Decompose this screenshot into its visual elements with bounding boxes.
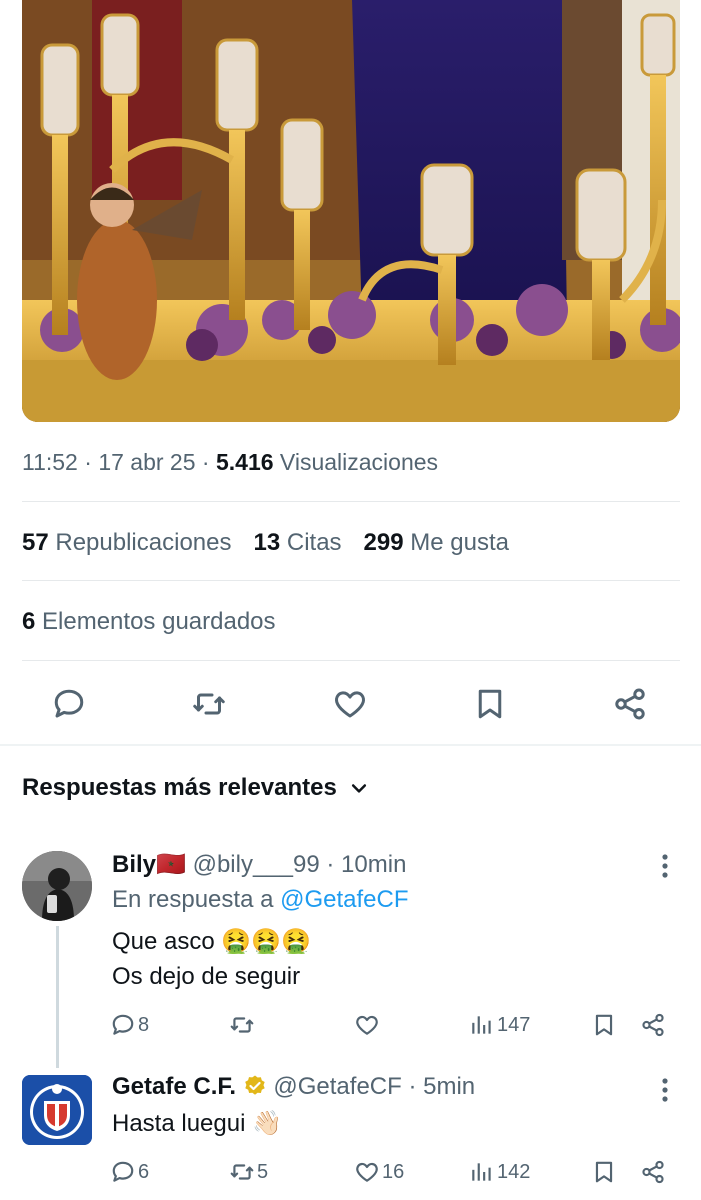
reply-icon: [54, 689, 84, 718]
bookmarks-label: Elementos guardados: [42, 608, 276, 635]
repost-count: 5: [257, 1160, 269, 1183]
reply-time[interactable]: 10min: [341, 851, 406, 878]
reply-text-line: Hasta luegui 👋🏻: [112, 1110, 282, 1137]
like-button[interactable]: 16: [354, 1159, 404, 1185]
likes-stat[interactable]: 299 Me gusta: [364, 529, 509, 556]
engagement-stats: 57 Republicaciones 13 Citas 299 Me gusta: [22, 529, 509, 557]
user-handle[interactable]: @bily___99: [193, 851, 320, 878]
repost-button[interactable]: 5: [229, 1159, 268, 1185]
share-icon: [615, 688, 645, 720]
views-count: 142: [497, 1160, 531, 1183]
more-options-button[interactable]: [658, 1076, 672, 1104]
reposts-label: Republicaciones: [55, 529, 232, 556]
share-button[interactable]: [640, 1159, 666, 1185]
repost-button[interactable]: [229, 1012, 257, 1038]
divider: [22, 660, 680, 661]
repost-icon: [230, 1164, 254, 1180]
views-button[interactable]: 142: [469, 1159, 530, 1185]
bookmark-icon: [478, 689, 502, 719]
chevron-down-icon: [351, 784, 366, 793]
bookmark-button[interactable]: [591, 1159, 617, 1185]
avatar[interactable]: [22, 1075, 92, 1145]
likes-label: Me gusta: [410, 529, 509, 556]
quotes-stat[interactable]: 13 Citas: [253, 529, 341, 556]
heart-icon: [356, 1015, 378, 1035]
share-icon: [642, 1160, 664, 1184]
section-separator: [0, 744, 701, 746]
repost-icon: [193, 693, 225, 715]
reply-count: 8: [138, 1013, 150, 1036]
more-icon: [662, 1078, 668, 1102]
views-icon: [472, 1163, 491, 1181]
reply-time[interactable]: 5min: [423, 1073, 475, 1100]
in-reply-prefix: En respuesta a: [112, 886, 274, 913]
bookmarks-count: 6: [22, 608, 36, 635]
share-button[interactable]: [612, 686, 648, 722]
reply-text-line: Os dejo de seguir: [112, 963, 301, 990]
reposts-stat[interactable]: 57 Republicaciones: [22, 529, 231, 556]
bookmark-button[interactable]: [472, 686, 508, 722]
reply-button[interactable]: 8: [110, 1012, 149, 1038]
tweet-meta: 11:52 · 17 abr 25 · 5.416 Visualizacione…: [22, 449, 439, 475]
bookmark-button[interactable]: [591, 1012, 617, 1038]
quotes-count: 13: [253, 529, 281, 556]
replies-sort-label: Respuestas más relevantes: [22, 774, 337, 801]
flag-icon: 🇲🇦: [156, 851, 186, 878]
reply-count: 6: [138, 1160, 150, 1183]
heart-icon: [356, 1162, 378, 1182]
reply-header: Bily🇲🇦 @bily___99 · 10min: [112, 851, 407, 878]
reply-button[interactable]: 6: [110, 1159, 149, 1185]
like-count: 16: [382, 1160, 405, 1183]
quotes-label: Citas: [286, 529, 342, 556]
likes-count: 299: [363, 529, 404, 556]
reply-icon: [112, 1014, 134, 1035]
share-icon: [642, 1013, 664, 1037]
tweet-photo[interactable]: [22, 0, 680, 422]
divider: [22, 501, 680, 502]
bookmark-icon: [595, 1014, 613, 1036]
reposts-count: 57: [22, 529, 49, 556]
divider: [22, 580, 680, 581]
repost-button[interactable]: [191, 686, 227, 722]
mention-link[interactable]: @GetafeCF: [280, 886, 408, 913]
heart-icon: [335, 691, 365, 718]
thread-line: [56, 926, 59, 1068]
reply-header: Getafe C.F. @GetafeCF · 5min: [112, 1073, 476, 1100]
more-options-button[interactable]: [658, 852, 672, 880]
views-count: 5.416: [215, 449, 274, 475]
like-button[interactable]: [354, 1012, 382, 1038]
verified-badge-icon: [244, 1075, 265, 1095]
reply-button[interactable]: [51, 686, 87, 722]
like-button[interactable]: [332, 686, 368, 722]
tweet-date[interactable]: 17 abr 25: [98, 449, 195, 475]
in-reply-to: En respuesta a @GetafeCF: [112, 886, 409, 914]
views-icon: [472, 1016, 491, 1034]
replies-sort-dropdown[interactable]: Respuestas más relevantes: [22, 774, 369, 802]
bookmarks-stat[interactable]: 6 Elementos guardados: [22, 608, 276, 636]
views-label: Visualizaciones: [279, 449, 439, 475]
views-button[interactable]: 147: [469, 1012, 530, 1038]
reply-text-line: Que asco 🤮🤮🤮: [112, 928, 312, 955]
avatar[interactable]: [22, 851, 92, 921]
user-handle[interactable]: @GetafeCF: [273, 1073, 401, 1100]
share-button[interactable]: [640, 1012, 666, 1038]
views-count: 147: [497, 1013, 531, 1036]
user-name[interactable]: Getafe C.F.: [112, 1073, 236, 1100]
user-name[interactable]: Bily: [112, 851, 156, 878]
bookmark-icon: [595, 1161, 613, 1183]
more-icon: [662, 854, 668, 878]
tweet-time[interactable]: 11:52: [22, 449, 78, 475]
repost-icon: [230, 1017, 254, 1033]
reply-icon: [112, 1161, 134, 1182]
